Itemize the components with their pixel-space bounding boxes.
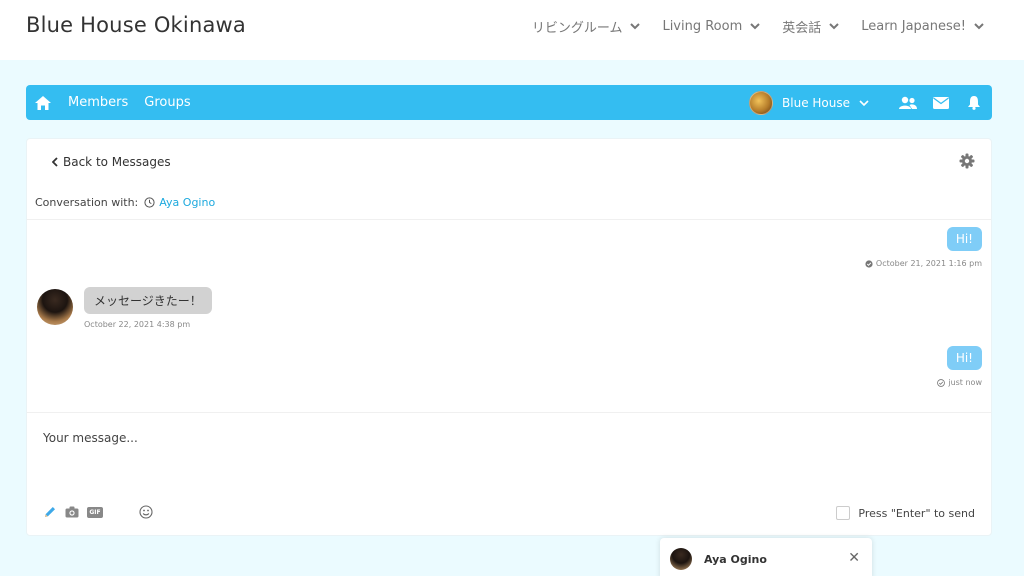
- top-nav-item-living-room-jp[interactable]: リビングルーム: [532, 17, 641, 36]
- chevron-left-icon: [52, 157, 58, 167]
- top-nav-label: Learn Japanese!: [861, 18, 966, 34]
- conversation-with: Conversation with: Aya Ogino: [35, 196, 215, 209]
- friends-icon: [899, 96, 917, 109]
- avatar: [749, 90, 774, 115]
- camera-icon: [65, 506, 79, 518]
- home-icon[interactable]: [34, 95, 52, 111]
- groups-link[interactable]: Groups: [144, 95, 190, 110]
- pencil-icon: [45, 507, 55, 517]
- avatar: [670, 548, 692, 570]
- close-icon[interactable]: ✕: [848, 550, 860, 566]
- enter-to-send-label[interactable]: Press "Enter" to send: [858, 507, 975, 520]
- top-nav-item-learn-japanese[interactable]: Learn Japanese!: [861, 19, 984, 34]
- chat-popup[interactable]: Aya Ogino ✕: [660, 538, 872, 576]
- message-timestamp: October 22, 2021 4:38 pm: [84, 320, 191, 329]
- message-meta-sent: just now: [937, 378, 982, 387]
- back-to-messages-link[interactable]: Back to Messages: [52, 155, 171, 169]
- message-timestamp: just now: [948, 378, 982, 387]
- back-label: Back to Messages: [63, 155, 171, 169]
- chat-popup-name: Aya Ogino: [704, 553, 767, 566]
- friends-button[interactable]: [898, 93, 918, 113]
- buddy-bar-right: Blue House: [749, 85, 984, 120]
- chevron-down-icon: [974, 23, 984, 30]
- chevron-down-icon: [829, 23, 839, 30]
- chevron-down-icon: [750, 23, 760, 30]
- divider: [27, 219, 991, 220]
- site-header: Blue House Okinawa リビングルーム Living Room 英…: [0, 0, 1024, 60]
- conversation-user-link[interactable]: Aya Ogino: [144, 196, 215, 209]
- check-circle-icon: [865, 259, 873, 268]
- members-link[interactable]: Members: [68, 95, 128, 110]
- enter-to-send-checkbox[interactable]: [836, 506, 851, 520]
- gif-button[interactable]: GIF: [87, 506, 103, 518]
- chevron-down-icon: [630, 23, 641, 30]
- emoji-button[interactable]: [139, 505, 153, 519]
- photo-button[interactable]: [65, 505, 79, 519]
- message-bubble-sent: Hi!: [946, 346, 982, 370]
- top-nav-label: 英会話: [782, 20, 822, 36]
- site-title[interactable]: Blue House Okinawa: [26, 13, 246, 37]
- avatar[interactable]: [37, 289, 73, 325]
- emoji-icon: [139, 505, 153, 519]
- top-nav-item-living-room[interactable]: Living Room: [662, 19, 760, 34]
- top-nav: リビングルーム Living Room 英会話 Learn Japanese!: [532, 0, 984, 52]
- clock-icon: [144, 197, 155, 208]
- conversation-label: Conversation with:: [35, 196, 139, 209]
- conversation-user-name: Aya Ogino: [159, 196, 216, 209]
- top-nav-item-eikaiwa[interactable]: 英会話: [782, 17, 839, 36]
- check-circle-icon: [937, 378, 946, 387]
- gear-icon[interactable]: [959, 153, 975, 169]
- user-menu[interactable]: Blue House: [749, 90, 869, 115]
- buddy-bar: Members Groups Blue House: [26, 85, 992, 120]
- message-bubble-received: メッセージきたー！: [84, 287, 212, 314]
- message-bubble-sent: Hi!: [946, 227, 982, 251]
- notifications-button[interactable]: [964, 93, 984, 113]
- buddy-bar-left: Members Groups: [34, 85, 191, 120]
- composer-toolbar: GIF: [43, 505, 153, 519]
- top-nav-label: Living Room: [662, 18, 743, 34]
- enter-to-send-option: Press "Enter" to send: [836, 506, 975, 520]
- chevron-down-icon: [859, 99, 869, 106]
- message-meta-sent: October 21, 2021 1:16 pm: [865, 259, 982, 268]
- top-nav-label: リビングルーム: [531, 20, 623, 36]
- messages-card: Back to Messages Conversation with: Aya …: [26, 138, 992, 536]
- bell-icon: [968, 96, 980, 110]
- message-input[interactable]: Your message...: [43, 431, 138, 445]
- mail-icon: [933, 96, 949, 109]
- message-timestamp: October 21, 2021 1:16 pm: [875, 259, 982, 268]
- formatting-button[interactable]: [43, 505, 57, 519]
- divider: [27, 412, 991, 413]
- messages-button[interactable]: [931, 93, 951, 113]
- user-name: Blue House: [782, 95, 850, 110]
